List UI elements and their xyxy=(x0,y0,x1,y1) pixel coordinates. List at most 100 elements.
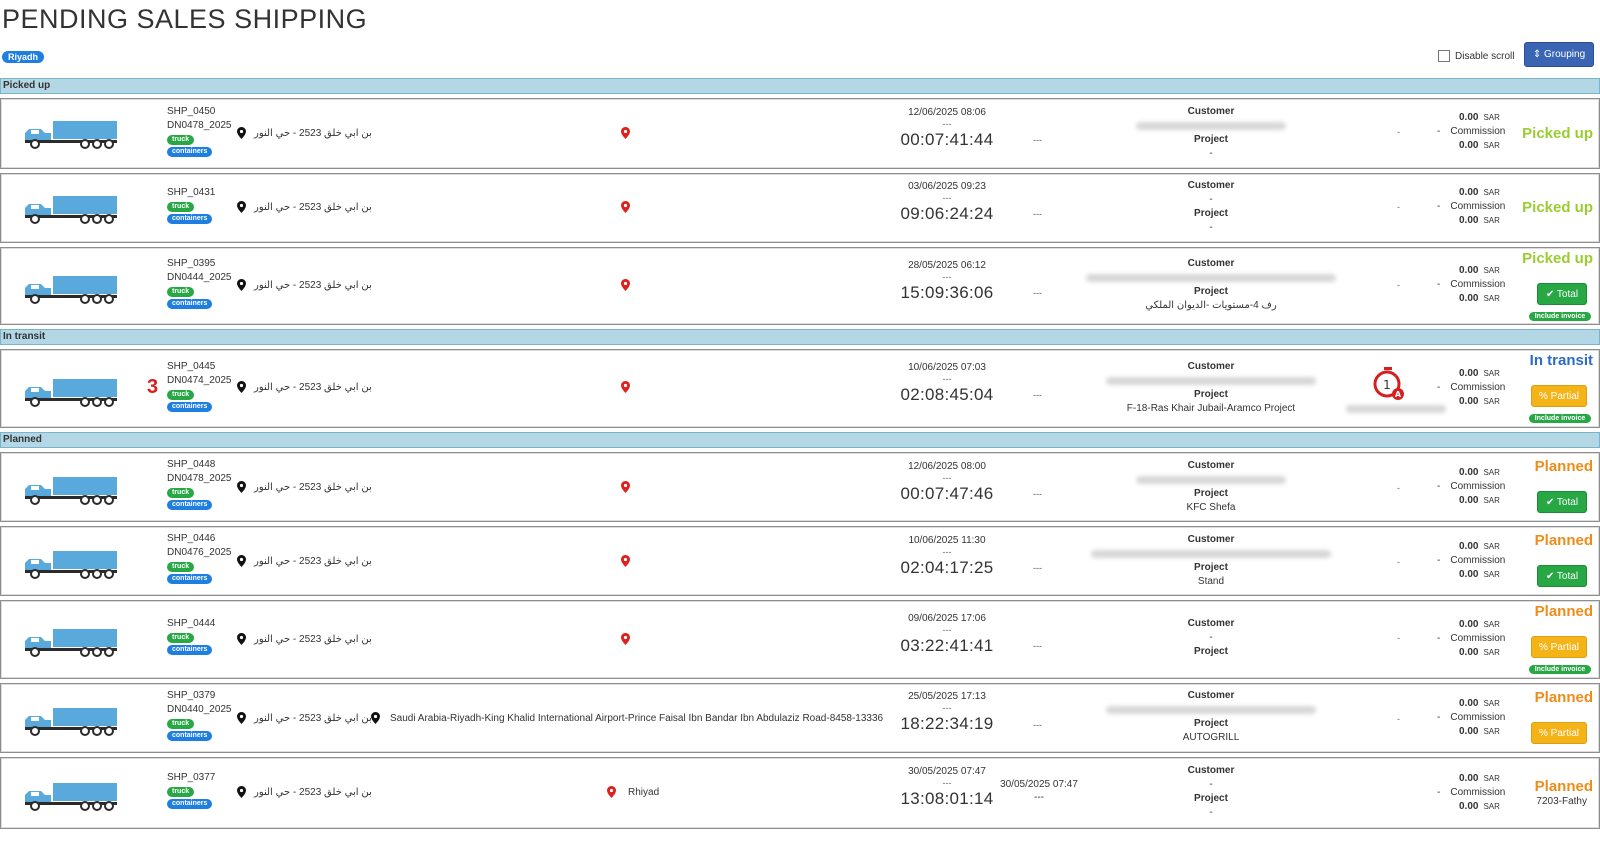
delivery-note-number[interactable]: DN0440_2025 xyxy=(167,703,232,717)
partial-invoice-button[interactable]: % Partial xyxy=(1531,722,1587,744)
red-map-pin-icon[interactable] xyxy=(621,555,630,567)
destination: Rhiyad xyxy=(607,786,659,798)
customer-value: - xyxy=(1209,779,1213,790)
project-label: Project xyxy=(1194,718,1228,729)
elapsed-timebox: 03/06/2025 09:23 --- 09:06:24:24 xyxy=(881,181,1013,225)
origin-address: بن ابي خلق 2523 - حي النور xyxy=(237,201,372,213)
customer-project: Customer Project F-18-Ras Khair Jubail-A… xyxy=(1081,360,1341,416)
shipment-row[interactable]: 3 SHP_0445 DN0474_2025 truck containers … xyxy=(0,349,1600,428)
project-label: Project xyxy=(1194,793,1228,804)
shipment-row[interactable]: SHP_0450 DN0478_2025 truck containers بن… xyxy=(0,98,1600,169)
elapsed-time: 00:07:47:46 xyxy=(900,484,994,503)
origin-text: بن ابي خلق 2523 - حي النور xyxy=(254,786,372,798)
customer-name-redacted xyxy=(1136,122,1286,130)
disable-scroll-toggle[interactable]: Disable scroll xyxy=(1438,50,1514,62)
branch-badge[interactable]: Riyadh xyxy=(2,51,45,63)
shipment-number[interactable]: SHP_0377 xyxy=(167,771,215,785)
shipment-ids: SHP_0431 truck containers xyxy=(167,186,215,224)
containers-tag: containers xyxy=(167,402,213,412)
shipment-number[interactable]: SHP_0445 xyxy=(167,360,232,374)
customer-project: Customer - Project - xyxy=(1081,764,1341,820)
delivery-note-number[interactable]: DN0478_2025 xyxy=(167,472,232,486)
shipment-row[interactable]: SHP_0379 DN0440_2025 truck containers بن… xyxy=(0,683,1600,753)
customer-project: Customer Project - xyxy=(1081,105,1341,161)
customer-value: - xyxy=(1209,194,1213,205)
containers-tag: containers xyxy=(167,214,213,224)
start-date: 12/06/2025 08:06 xyxy=(908,107,986,118)
origin-address: بن ابي خلق 2523 - حي النور xyxy=(237,633,372,645)
shipment-row[interactable]: SHP_0448 DN0478_2025 truck containers بن… xyxy=(0,452,1600,522)
origin-address: بن ابي خلق 2523 - حي النور xyxy=(237,712,372,724)
customer-project: Customer Project Stand xyxy=(1081,533,1341,589)
total-invoice-button[interactable]: ✔ Total xyxy=(1537,565,1587,587)
shipment-number[interactable]: SHP_0379 xyxy=(167,689,232,703)
grouping-button[interactable]: ⇕ Grouping xyxy=(1524,42,1594,67)
shipment-row[interactable]: SHP_0444 truck containers بن ابي خلق 252… xyxy=(0,600,1600,679)
containers-tag: containers xyxy=(167,500,213,510)
elapsed-time: 09:06:24:24 xyxy=(900,204,994,223)
shipment-number[interactable]: SHP_0446 xyxy=(167,532,232,546)
shipment-row[interactable]: SHP_0446 DN0476_2025 truck containers بن… xyxy=(0,526,1600,596)
delivery-note-number[interactable]: DN0474_2025 xyxy=(167,374,232,388)
svg-text:1: 1 xyxy=(1383,378,1391,392)
truck-tag: truck xyxy=(167,202,195,212)
shipment-number[interactable]: SHP_0395 xyxy=(167,257,232,271)
shipment-row[interactable]: SHP_0395 DN0444_2025 truck containers بن… xyxy=(0,247,1600,325)
red-map-pin-icon[interactable] xyxy=(621,381,630,393)
elapsed-time: 03:22:41:41 xyxy=(900,636,994,655)
shipment-number[interactable]: SHP_0431 xyxy=(167,186,215,200)
total-invoice-button[interactable]: ✔ Total xyxy=(1537,283,1587,305)
stopwatch-icon[interactable]: 1 A xyxy=(1371,366,1405,402)
delivery-note-number[interactable]: DN0478_2025 xyxy=(167,119,232,133)
separator: --- xyxy=(942,547,952,557)
origin-text: بن ابي خلق 2523 - حي النور xyxy=(254,127,372,139)
red-map-pin-icon[interactable] xyxy=(621,279,630,291)
elapsed-timebox: 28/05/2025 06:12 --- 15:09:36:06 xyxy=(881,260,1013,304)
status-label: Planned xyxy=(1534,458,1593,475)
dash-placeholder: - xyxy=(1397,557,1400,567)
disable-scroll-checkbox[interactable] xyxy=(1438,50,1450,62)
dash-placeholder: - xyxy=(1437,126,1441,137)
dash-placeholder: --- xyxy=(1033,209,1042,219)
red-map-pin-icon[interactable] xyxy=(607,786,616,798)
red-map-pin-icon[interactable] xyxy=(621,201,630,213)
truck-tag: truck xyxy=(167,787,195,797)
map-pin-icon xyxy=(237,555,246,567)
project-name: - xyxy=(1209,807,1213,818)
partial-invoice-button[interactable]: % Partial xyxy=(1531,636,1587,658)
customer-label: Customer xyxy=(1187,460,1235,471)
start-date: 09/06/2025 17:06 xyxy=(908,613,986,624)
separator: --- xyxy=(942,473,952,483)
amount-value: 0.00 xyxy=(1459,140,1479,151)
elapsed-timebox: 10/06/2025 11:30 --- 02:04:17:25 xyxy=(881,535,1013,579)
customer-label: Customer xyxy=(1187,361,1235,372)
dash-placeholder: - xyxy=(1397,280,1400,290)
truck-tag: truck xyxy=(167,633,195,643)
delivery-note-number[interactable]: DN0476_2025 xyxy=(167,546,232,560)
shipment-number[interactable]: SHP_0444 xyxy=(167,617,215,631)
red-map-pin-icon[interactable] xyxy=(621,127,630,139)
shipment-row[interactable]: SHP_0377 truck containers بن ابي خلق 252… xyxy=(0,757,1600,829)
truck-icon xyxy=(23,119,119,149)
map-pin-icon xyxy=(237,381,246,393)
shipment-row[interactable]: SHP_0431 truck containers بن ابي خلق 252… xyxy=(0,173,1600,243)
elapsed-time: 18:22:34:19 xyxy=(900,714,994,733)
red-map-pin-icon[interactable] xyxy=(621,633,630,645)
destination xyxy=(621,279,630,291)
delivery-note-number[interactable]: DN0444_2025 xyxy=(167,271,232,285)
truck-icon xyxy=(23,706,119,736)
separator: --- xyxy=(942,374,952,384)
customer-label: Customer xyxy=(1187,180,1235,191)
origin-address: بن ابي خلق 2523 - حي النور xyxy=(237,127,372,139)
start-date: 30/05/2025 07:47 xyxy=(908,766,986,777)
shipment-number[interactable]: SHP_0450 xyxy=(167,105,232,119)
customer-label: Customer xyxy=(1187,258,1235,269)
project-name: رف 4-مستويات -الديوان الملكي xyxy=(1145,300,1277,311)
total-invoice-button[interactable]: ✔ Total xyxy=(1537,491,1587,513)
section-header-planned: Planned xyxy=(0,432,1600,448)
dash-placeholder: - xyxy=(1397,127,1400,137)
red-map-pin-icon[interactable] xyxy=(621,481,630,493)
shipment-number[interactable]: SHP_0448 xyxy=(167,458,232,472)
destination-text: Saudi Arabia-Riyadh-King Khalid Internat… xyxy=(390,712,884,724)
partial-invoice-button[interactable]: % Partial xyxy=(1531,385,1587,407)
